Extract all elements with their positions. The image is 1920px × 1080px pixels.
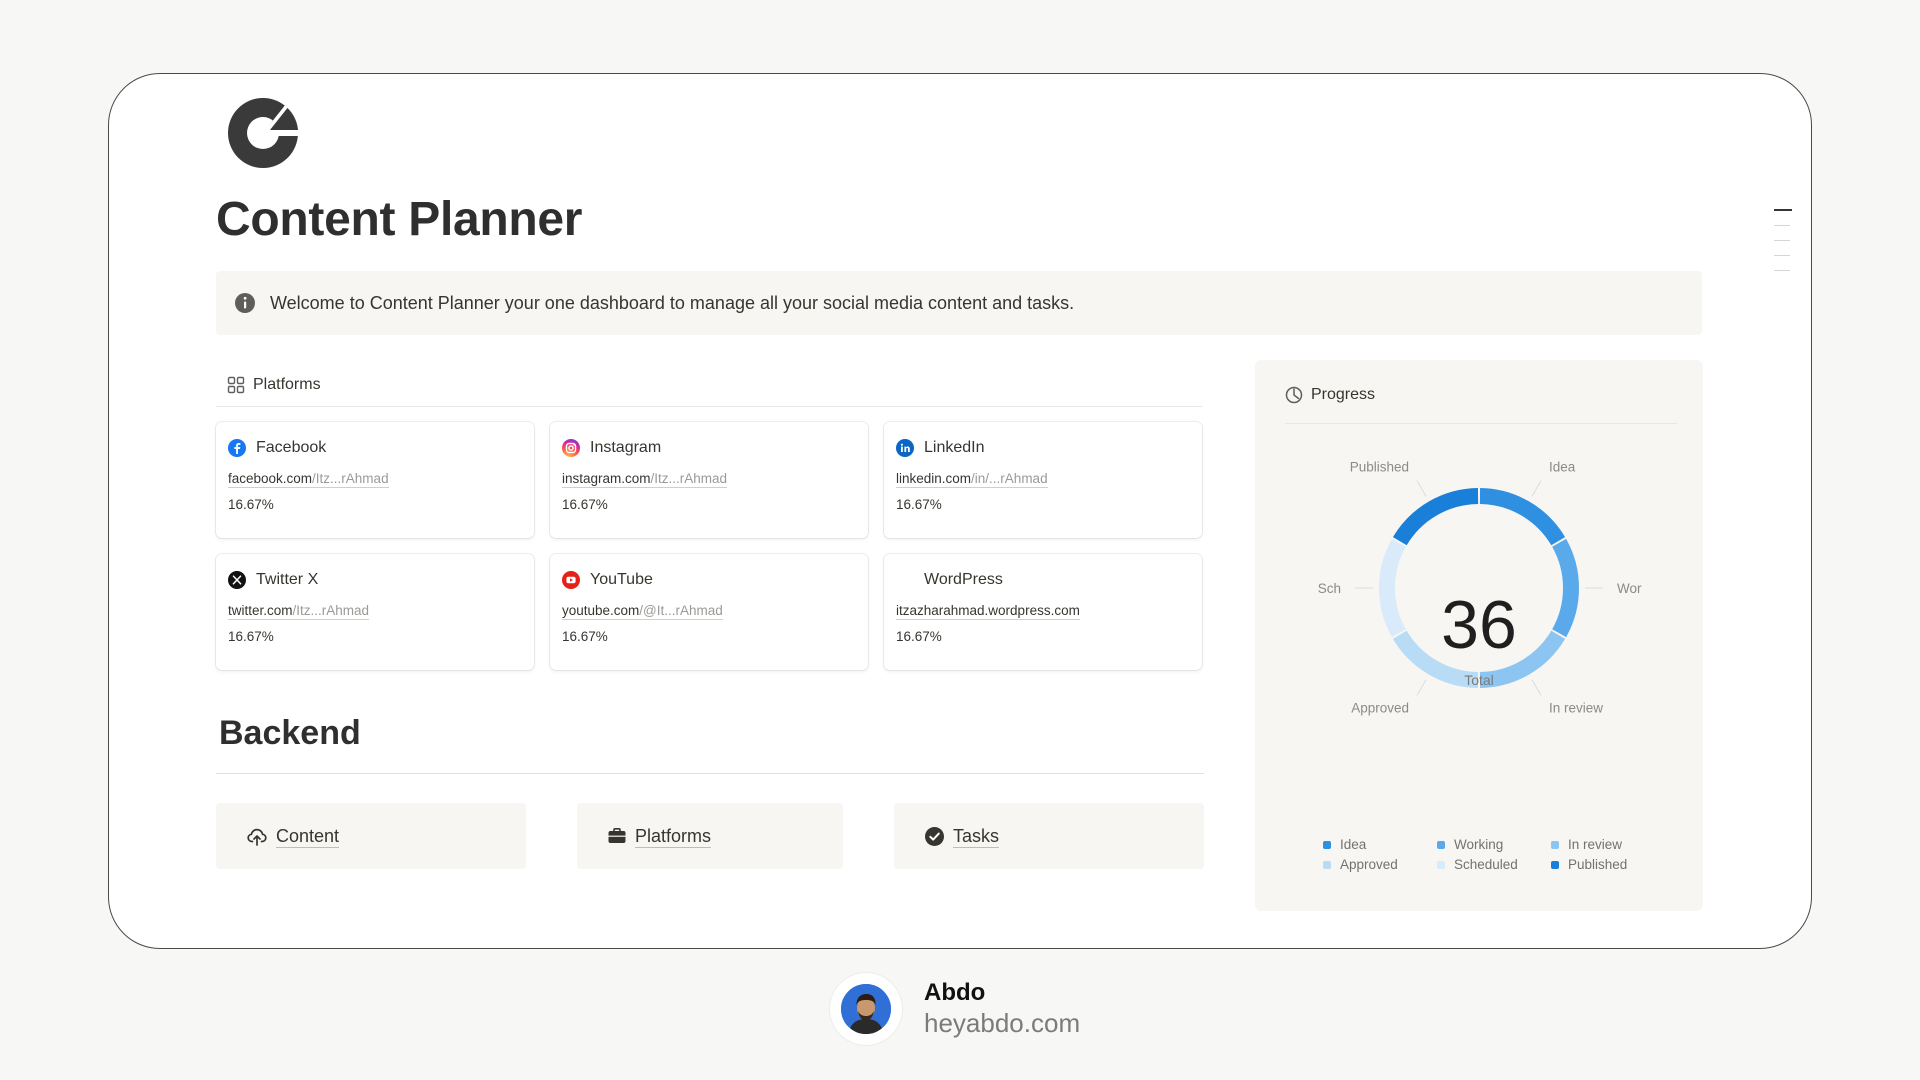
platforms-section-heading: Platforms <box>216 364 1202 407</box>
legend-swatch <box>1551 860 1559 869</box>
info-icon <box>235 293 255 313</box>
legend-swatch <box>1551 840 1559 849</box>
platform-card-facebook[interactable]: Facebook facebook.com/Itz...rAhmad 16.67… <box>216 422 534 538</box>
platform-url[interactable]: itzazharahmad.wordpress.com <box>896 602 1080 620</box>
platform-share: 16.67% <box>228 497 274 512</box>
legend-item: Scheduled <box>1437 857 1551 872</box>
platform-card-youtube[interactable]: YouTube youtube.com/@It...rAhmad 16.67% <box>550 554 868 670</box>
welcome-callout: Welcome to Content Planner your one dash… <box>216 271 1702 335</box>
toc-line[interactable] <box>1774 255 1790 256</box>
cloud-upload-icon <box>247 828 267 846</box>
donut-label-approved: Approved <box>1351 700 1409 715</box>
platform-url[interactable]: twitter.com/Itz...rAhmad <box>228 602 370 620</box>
instagram-icon <box>562 439 580 457</box>
leader-line <box>1531 480 1542 497</box>
donut-label-in-review: In review <box>1549 700 1603 715</box>
x-icon <box>228 571 246 589</box>
facebook-icon <box>228 439 246 457</box>
platform-share: 16.67% <box>228 629 274 644</box>
pie-chart-icon <box>1285 386 1303 404</box>
backend-heading: Backend <box>219 714 361 752</box>
platform-share: 16.67% <box>562 629 608 644</box>
platform-cards: Facebook facebook.com/Itz...rAhmad 16.67… <box>216 422 1204 670</box>
platform-card-twitter-x[interactable]: Twitter X twitter.com/Itz...rAhmad 16.67… <box>216 554 534 670</box>
platform-name: LinkedIn <box>896 436 1190 460</box>
backend-tasks-button[interactable]: Tasks <box>894 803 1204 869</box>
legend-swatch <box>1437 840 1445 849</box>
platform-share: 16.67% <box>562 497 608 512</box>
progress-panel: Progress Idea Wor In review Approved Sch Publ… <box>1255 360 1703 911</box>
toc-line-active[interactable] <box>1774 209 1792 211</box>
author-name: Abdo <box>924 979 986 1006</box>
content-planner-logo <box>228 98 300 168</box>
toc-line[interactable] <box>1774 225 1790 226</box>
platform-name: WordPress <box>896 568 1190 592</box>
progress-total-label: Total <box>1464 672 1494 688</box>
divider <box>216 773 1204 774</box>
toc-line[interactable] <box>1774 240 1790 241</box>
progress-heading: Progress <box>1285 386 1677 424</box>
platform-url[interactable]: youtube.com/@It...rAhmad <box>562 602 723 620</box>
donut-segment-published[interactable] <box>1392 488 1479 546</box>
platform-card-instagram[interactable]: Instagram instagram.com/Itz...rAhmad 16.… <box>550 422 868 538</box>
backend-content-button[interactable]: Content <box>216 803 526 869</box>
linkedin-icon <box>896 439 914 457</box>
legend-item: Idea <box>1323 837 1437 852</box>
grid-icon <box>227 376 245 394</box>
donut-label-idea: Idea <box>1549 460 1576 475</box>
author-info: Abdo heyabdo.com <box>924 979 1080 1039</box>
platform-card-wordpress[interactable]: WordPress itzazharahmad.wordpress.com 16… <box>884 554 1202 670</box>
platform-share: 16.67% <box>896 629 942 644</box>
legend-item: Approved <box>1323 857 1437 872</box>
legend-item: Working <box>1437 837 1551 852</box>
platform-card-linkedin[interactable]: LinkedIn linkedin.com/in/...rAhmad 16.67… <box>884 422 1202 538</box>
platform-name: Instagram <box>562 436 856 460</box>
backend-platforms-button[interactable]: Platforms <box>577 803 843 869</box>
legend-item: In review <box>1551 837 1665 852</box>
toc-line[interactable] <box>1774 270 1790 271</box>
briefcase-icon <box>608 828 626 843</box>
page-title: Content Planner <box>216 193 583 246</box>
chart-legend: Idea Working In review Approved Schedule… <box>1323 837 1665 872</box>
donut-segment-idea[interactable] <box>1479 488 1566 546</box>
page-frame: Content Planner Welcome to Content Plann… <box>108 73 1812 949</box>
author-credit: Abdo heyabdo.com <box>830 973 1080 1045</box>
wordpress-icon-placeholder <box>896 571 914 589</box>
platform-url[interactable]: linkedin.com/in/...rAhmad <box>896 470 1048 488</box>
author-avatar <box>830 973 902 1045</box>
check-circle-icon <box>925 826 944 846</box>
table-of-contents[interactable] <box>1774 209 1794 285</box>
legend-swatch <box>1323 840 1331 849</box>
leader-line <box>1416 480 1427 497</box>
platform-name: Twitter X <box>228 568 522 592</box>
platform-url[interactable]: facebook.com/Itz...rAhmad <box>228 470 389 488</box>
callout-text: Welcome to Content Planner your one dash… <box>270 292 1075 313</box>
platform-name: YouTube <box>562 568 856 592</box>
legend-item: Published <box>1551 857 1665 872</box>
platforms-heading-label: Platforms <box>253 376 321 393</box>
author-website[interactable]: heyabdo.com <box>924 1007 1080 1039</box>
platform-name: Facebook <box>228 436 522 460</box>
donut-label-published: Published <box>1350 460 1409 475</box>
legend-swatch <box>1323 860 1331 869</box>
progress-total-number: 36 <box>1441 587 1517 663</box>
legend-swatch <box>1437 860 1445 869</box>
youtube-icon <box>562 571 580 589</box>
platform-share: 16.67% <box>896 497 942 512</box>
platform-url[interactable]: instagram.com/Itz...rAhmad <box>562 470 728 488</box>
